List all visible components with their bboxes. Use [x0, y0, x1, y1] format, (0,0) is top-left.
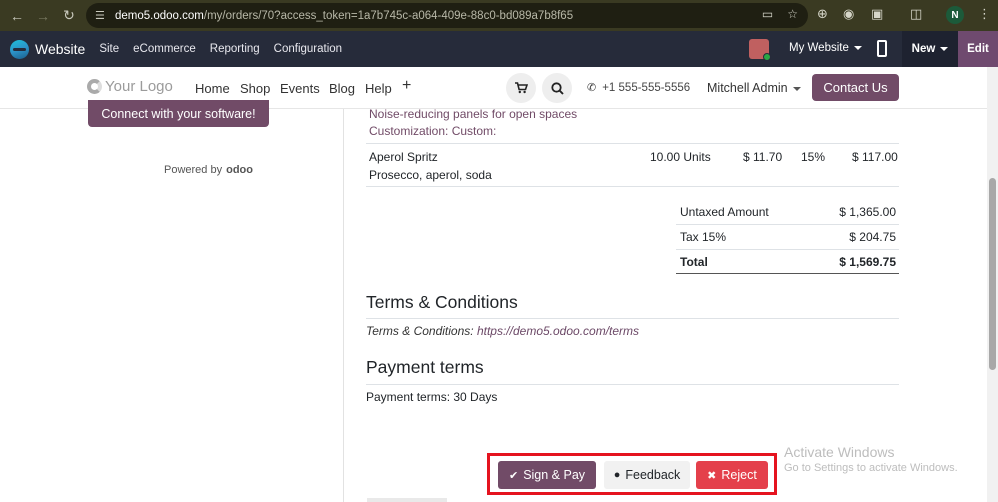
phone-icon: ✆: [587, 82, 597, 94]
user-menu[interactable]: Mitchell Admin: [707, 81, 801, 95]
line-product-name: Aperol Spritz: [369, 150, 438, 164]
totals-divider: [676, 224, 899, 225]
sign-and-pay-button[interactable]: ✔ Sign & Pay: [498, 461, 596, 489]
new-button[interactable]: New: [902, 31, 958, 67]
browser-menu-icon[interactable]: ⋮: [978, 6, 991, 22]
nav-reporting[interactable]: Reporting: [210, 43, 260, 55]
payment-terms-heading: Payment terms: [366, 357, 484, 377]
line-unit-price: $ 11.70: [743, 150, 783, 164]
terms-heading: Terms & Conditions: [366, 292, 518, 312]
total-label: Total: [680, 255, 708, 269]
connect-software-button[interactable]: Connect with your software!: [88, 100, 269, 127]
quote-action-bar: ✔ Sign & Pay ● Feedback ✖ Reject: [487, 453, 777, 495]
logo-icon: [87, 79, 102, 94]
add-extension-icon[interactable]: ⊕: [817, 6, 828, 22]
terms-text: Terms & Conditions: https://demo5.odoo.c…: [366, 324, 640, 338]
address-bar[interactable]: ☰ demo5.odoo.com/my/orders/70?access_tok…: [86, 3, 808, 28]
row-divider: [366, 186, 899, 187]
forward-icon[interactable]: →: [30, 8, 56, 24]
section-divider: [366, 384, 899, 385]
online-status-icon: [763, 53, 771, 61]
menu-help[interactable]: Help: [365, 81, 392, 96]
tax-value: $ 204.75: [849, 230, 896, 244]
website-app-logo[interactable]: Website: [10, 39, 85, 59]
bookmark-star-icon[interactable]: ☆: [787, 7, 798, 21]
row-divider: [366, 143, 899, 144]
sidebar-divider: [343, 109, 344, 502]
tab-search-icon[interactable]: ◫: [910, 6, 922, 22]
menu-blog[interactable]: Blog: [329, 81, 355, 96]
add-menu-icon[interactable]: +: [402, 77, 411, 95]
tax-label: Tax 15%: [680, 230, 727, 244]
install-app-icon[interactable]: ▭: [762, 7, 773, 21]
line-quantity: 10.00 Units: [650, 150, 711, 164]
activate-windows-title: Activate Windows: [784, 444, 895, 460]
payment-terms-text: Payment terms: 30 Days: [366, 390, 498, 404]
puzzle-extensions-icon[interactable]: ▣: [871, 6, 883, 22]
total-value: $ 1,569.75: [839, 255, 896, 269]
back-icon[interactable]: ←: [4, 8, 30, 24]
cart-button[interactable]: [506, 73, 536, 103]
cart-icon: [514, 82, 528, 94]
browser-toolbar: ← → ↻ ☰ demo5.odoo.com/my/orders/70?acce…: [0, 0, 998, 31]
menu-home[interactable]: Home: [195, 81, 230, 96]
phone-link[interactable]: ✆ +1 555-555-5556: [587, 81, 690, 94]
odoo-top-navbar: Website Site eCommerce Reporting Configu…: [0, 31, 998, 67]
website-app-icon: [10, 39, 29, 59]
chevron-down-icon: [853, 45, 862, 50]
odoo-brand[interactable]: odoo: [226, 164, 253, 176]
section-divider: [366, 318, 899, 319]
line-tax: 15%: [801, 150, 826, 164]
reject-button[interactable]: ✖ Reject: [696, 461, 768, 489]
comment-icon: ●: [613, 469, 621, 481]
site-info-icon[interactable]: ☰: [95, 9, 111, 22]
nav-site[interactable]: Site: [99, 43, 119, 55]
activate-windows-hint: Go to Settings to activate Windows.: [784, 462, 958, 474]
search-icon: [550, 81, 564, 95]
edit-button[interactable]: Edit: [958, 31, 998, 67]
check-icon: ✔: [508, 469, 519, 482]
terms-link[interactable]: https://demo5.odoo.com/terms: [477, 324, 639, 338]
next-section-fragment: [367, 498, 447, 502]
line-product-description: Prosecco, aperol, soda: [369, 168, 492, 182]
reload-icon[interactable]: ↻: [56, 7, 82, 24]
profile-avatar[interactable]: N: [946, 6, 964, 24]
totals-bottom-divider: [676, 273, 899, 274]
nav-ecommerce[interactable]: eCommerce: [133, 43, 196, 55]
color-extension-icon[interactable]: ◉: [843, 6, 854, 22]
feedback-button[interactable]: ● Feedback: [604, 461, 690, 489]
contact-us-button[interactable]: Contact Us: [812, 74, 899, 101]
chevron-down-icon: [940, 47, 949, 51]
menu-events[interactable]: Events: [280, 81, 320, 96]
mobile-preview-icon[interactable]: [877, 40, 887, 57]
powered-by: Powered by odoo: [164, 164, 253, 176]
nav-configuration[interactable]: Configuration: [274, 43, 342, 55]
untaxed-amount-label: Untaxed Amount: [680, 205, 769, 219]
search-button[interactable]: [542, 73, 572, 103]
user-avatar[interactable]: [749, 39, 771, 61]
menu-shop[interactable]: Shop: [240, 81, 270, 96]
site-logo[interactable]: Your Logo: [87, 78, 173, 95]
prev-line-customization: Customization: Custom:: [369, 124, 497, 138]
chevron-down-icon: [792, 86, 801, 91]
close-icon: ✖: [707, 469, 717, 482]
page-scrollbar-thumb[interactable]: [989, 178, 996, 370]
untaxed-amount-value: $ 1,365.00: [839, 205, 896, 219]
url-text: demo5.odoo.com/my/orders/70?access_token…: [115, 9, 574, 22]
prev-line-description: Noise-reducing panels for open spaces: [369, 107, 578, 121]
totals-divider: [676, 249, 899, 250]
my-website-dropdown[interactable]: My Website: [789, 42, 862, 54]
line-amount: $ 117.00: [852, 150, 898, 164]
